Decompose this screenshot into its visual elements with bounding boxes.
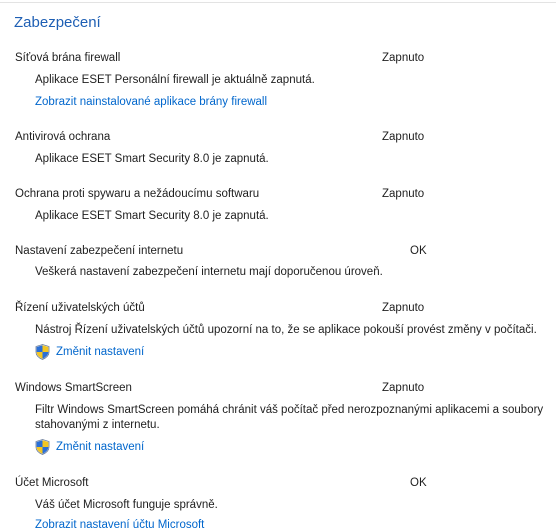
smartscreen-title: Windows SmartScreen (15, 382, 132, 394)
uac-description: Nástroj Řízení uživatelských účtů upozor… (35, 324, 537, 336)
firewall-description: Aplikace ESET Personální firewall je akt… (35, 74, 315, 86)
smartscreen-change-settings-label: Změnit nastavení (56, 441, 145, 453)
smartscreen-shield-icon (35, 439, 50, 455)
firewall-apps-link[interactable]: Zobrazit nainstalované aplikace brány fi… (35, 96, 267, 108)
smartscreen-change-settings-link[interactable]: Změnit nastavení (35, 439, 144, 455)
microsoft-account-settings-link[interactable]: Zobrazit nastavení účtu Microsoft (35, 519, 204, 531)
smartscreen-description-line1: Filtr Windows SmartScreen pomáhá chránit… (35, 404, 544, 416)
internet-security-description: Veškerá nastavení zabezpečení internetu … (35, 266, 383, 278)
top-divider (0, 2, 556, 3)
microsoft-account-title: Účet Microsoft (15, 477, 89, 489)
section-title: Zabezpečení (14, 14, 101, 31)
smartscreen-status: Zapnuto (382, 382, 425, 394)
antivirus-description: Aplikace ESET Smart Security 8.0 je zapn… (35, 153, 269, 165)
spyware-title: Ochrana proti spywaru a nežádoucímu soft… (15, 188, 260, 200)
uac-change-settings-label: Změnit nastavení (56, 346, 145, 358)
antivirus-title: Antivirová ochrana (15, 131, 111, 143)
firewall-title: Síťová brána firewall (15, 52, 121, 64)
smartscreen-description-line2: stahovanými z internetu. (35, 419, 160, 431)
uac-shield-icon (35, 344, 50, 360)
microsoft-account-description: Váš účet Microsoft funguje správně. (35, 499, 218, 511)
uac-title: Řízení uživatelských účtů (15, 302, 145, 314)
internet-security-status: OK (410, 245, 427, 257)
firewall-status: Zapnuto (382, 52, 425, 64)
spyware-description: Aplikace ESET Smart Security 8.0 je zapn… (35, 210, 269, 222)
internet-security-title: Nastavení zabezpečení internetu (15, 245, 184, 257)
uac-change-settings-link[interactable]: Změnit nastavení (35, 344, 144, 360)
uac-status: Zapnuto (382, 302, 425, 314)
microsoft-account-status: OK (410, 477, 427, 489)
antivirus-status: Zapnuto (382, 131, 425, 143)
spyware-status: Zapnuto (382, 188, 425, 200)
